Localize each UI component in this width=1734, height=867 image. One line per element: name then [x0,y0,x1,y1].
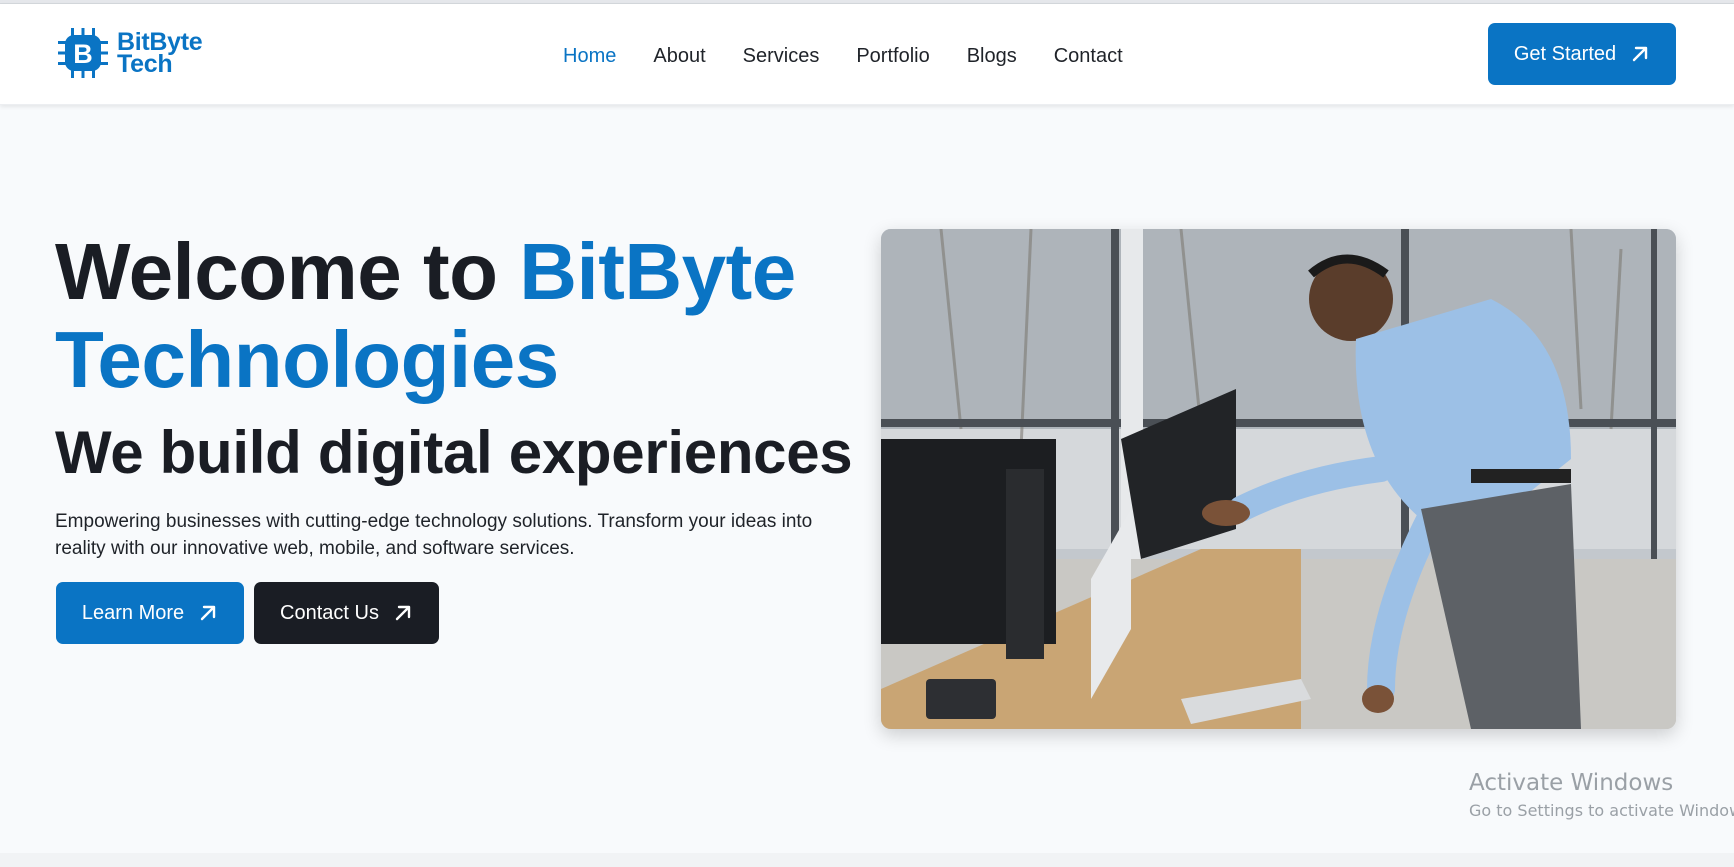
get-started-button[interactable]: Get Started [1488,23,1676,85]
hero-title-accent-line1: BitByte [519,227,796,316]
learn-more-button[interactable]: Learn More [56,582,244,644]
brand-name-line2: Tech [117,50,173,78]
arrow-up-right-icon [395,605,411,621]
office-worker-photo [881,229,1676,729]
navbar: B BitByte Tech Home About Services Portf… [0,4,1734,105]
hero-subtitle: We build digital experiences [55,419,853,486]
nav-portfolio[interactable]: Portfolio [856,40,929,72]
learn-more-label: Learn More [81,601,185,624]
hero-title-prefix: Welcome to [55,227,520,316]
contact-us-button[interactable]: Contact Us [254,582,439,644]
brand-logo[interactable]: B BitByte Tech [56,26,203,80]
hero-description: Empowering businesses with cutting-edge … [55,511,813,559]
watermark-subtitle: Go to Settings to activate Windows. [1469,801,1734,820]
get-started-label: Get Started [1513,42,1617,65]
contact-us-label: Contact Us [280,601,379,624]
hero-title: Welcome to BitByte Technologies [55,228,796,404]
nav-about[interactable]: About [653,40,705,72]
nav-blogs[interactable]: Blogs [967,40,1017,72]
chip-b-icon: B [58,28,108,78]
nav-services[interactable]: Services [743,40,820,72]
hero-image [881,229,1676,729]
next-section-edge [0,853,1734,867]
arrow-up-right-icon [1632,46,1648,62]
svg-text:B: B [73,39,93,69]
hero-title-accent-line2: Technologies [55,315,559,404]
brand-name: BitByte Tech [117,30,203,78]
windows-activation-watermark: Activate Windows Go to Settings to activ… [1469,768,1734,824]
nav-home[interactable]: Home [563,40,616,72]
nav-contact[interactable]: Contact [1054,40,1123,72]
arrow-up-right-icon [200,605,216,621]
watermark-title: Activate Windows [1469,770,1674,796]
main-nav: Home About Services Portfolio Blogs Cont… [563,40,1160,72]
